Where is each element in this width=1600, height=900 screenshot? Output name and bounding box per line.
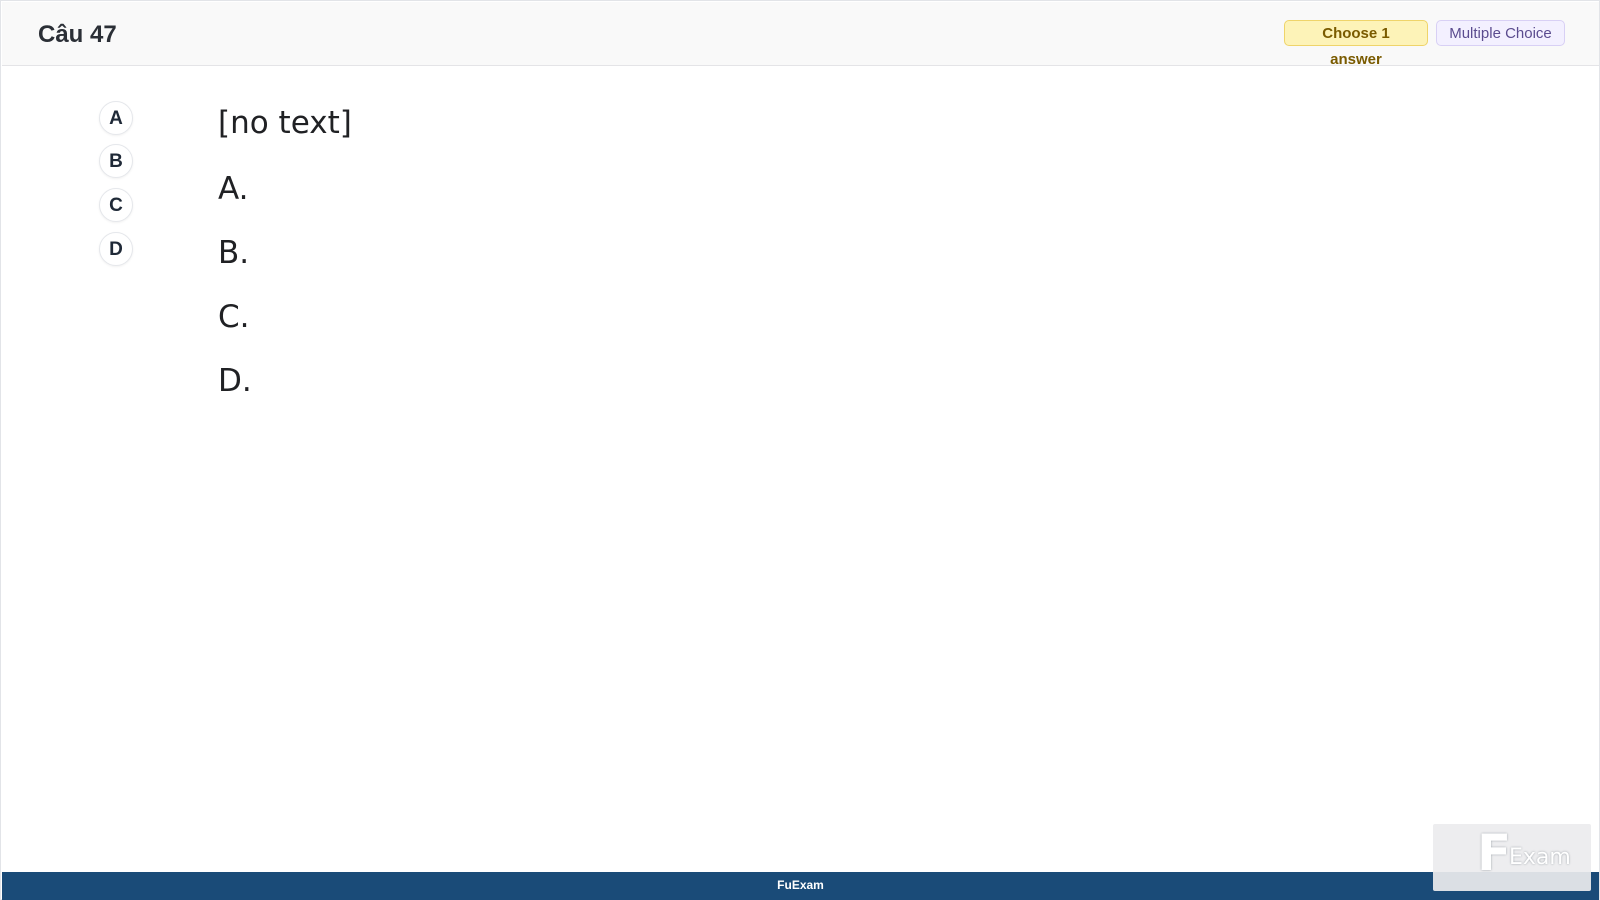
fuexam-logo-watermark: F Exam (1433, 824, 1591, 891)
question-type-badge: Multiple Choice (1436, 20, 1565, 46)
question-title: Câu 47 (38, 21, 117, 48)
footer-brand: FuExam (777, 878, 824, 892)
option-c-button[interactable]: C (99, 188, 133, 222)
answer-text-a: A. (218, 171, 249, 207)
watermark-logo-letter: F (1477, 824, 1512, 882)
option-d-button[interactable]: D (99, 232, 133, 266)
answer-text-b: B. (218, 235, 250, 271)
choose-count-badge: Choose 1 answer (1284, 20, 1428, 68)
watermark-logo-word: Exam (1509, 845, 1571, 870)
answer-text-c: C. (218, 299, 250, 335)
option-a-button[interactable]: A (99, 101, 133, 135)
question-header: Câu 47 Choose 1 answer Multiple Choice (2, 2, 1599, 68)
answer-text-d: D. (218, 363, 252, 399)
footer-bar: FuExam (2, 872, 1599, 900)
exam-window: Câu 47 Choose 1 answer Multiple Choice A… (0, 0, 1600, 900)
option-b-button[interactable]: B (99, 144, 133, 178)
question-text: [no text] (218, 105, 352, 141)
